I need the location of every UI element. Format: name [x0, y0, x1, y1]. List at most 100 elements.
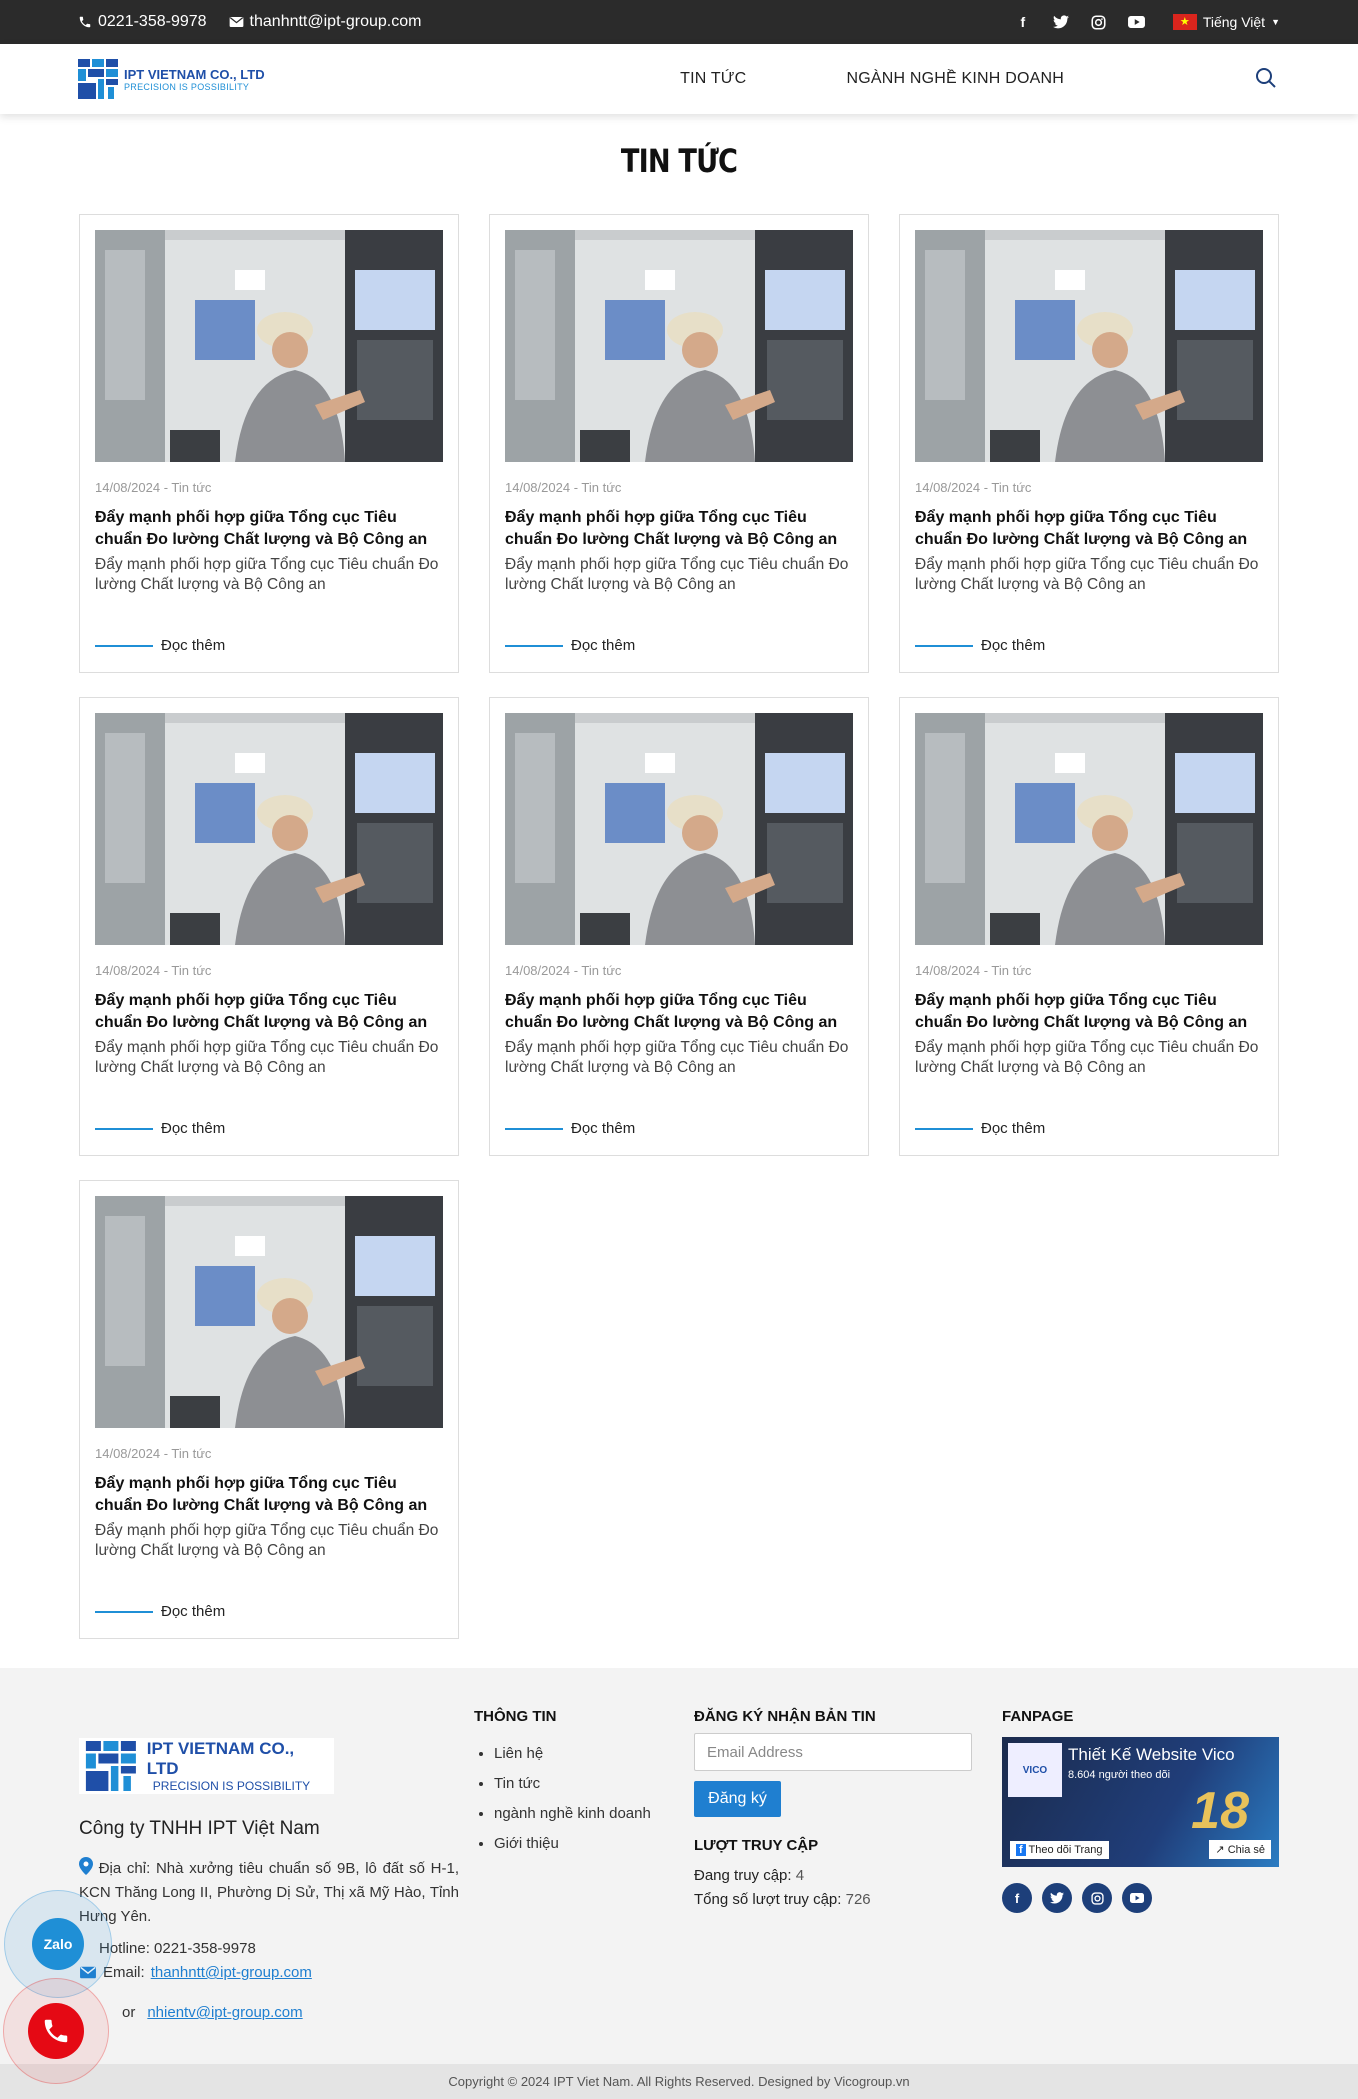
ipt-logo-icon: [85, 1741, 136, 1791]
fanpage-share-button[interactable]: ↗ Chia sẻ: [1209, 1840, 1271, 1859]
instagram-icon[interactable]: [1082, 1883, 1112, 1913]
fanpage-name[interactable]: Thiết Kế Website Vico: [1068, 1745, 1235, 1765]
company-address: Địa chỉ: Nhà xưởng tiêu chuẩn số 9B, lô …: [79, 1857, 459, 1929]
info-link-contact[interactable]: Liên hệ: [494, 1739, 651, 1769]
call-button[interactable]: [3, 1978, 109, 2084]
news-thumbnail[interactable]: [915, 713, 1263, 945]
twitter-icon[interactable]: [1051, 12, 1071, 32]
news-title[interactable]: Đẩy mạnh phối hợp giữa Tổng cục Tiêu chu…: [505, 507, 853, 551]
read-more-link[interactable]: Đọc thêm: [505, 1120, 635, 1137]
news-category[interactable]: Tin tức: [171, 480, 211, 495]
news-category[interactable]: Tin tức: [171, 963, 211, 978]
logo-tagline: PRECISION IS POSSIBILITY: [124, 81, 250, 92]
read-more-link[interactable]: Đọc thêm: [95, 637, 225, 654]
address-text: Địa chỉ: Nhà xưởng tiêu chuẩn số 9B, lô …: [79, 1860, 460, 1925]
news-category[interactable]: Tin tức: [991, 480, 1031, 495]
footer-email2-link[interactable]: nhientv@ipt-group.com: [147, 2004, 302, 2021]
news-title[interactable]: Đẩy mạnh phối hợp giữa Tổng cục Tiêu chu…: [95, 1473, 443, 1517]
share-icon: ↗: [1215, 1844, 1225, 1856]
news-title[interactable]: Đẩy mạnh phối hợp giữa Tổng cục Tiêu chu…: [95, 507, 443, 551]
read-more-label: Đọc thêm: [571, 1120, 636, 1137]
main-header: IPT VIETNAM CO., LTD PRECISION IS POSSIB…: [0, 44, 1358, 114]
news-title[interactable]: Đẩy mạnh phối hợp giữa Tổng cục Tiêu chu…: [915, 990, 1263, 1034]
news-card: 14/08/2024 - Tin tức Đẩy mạnh phối hợp g…: [79, 697, 459, 1156]
search-button[interactable]: [1254, 66, 1280, 92]
topbar-phone[interactable]: 0221-358-9978: [78, 13, 207, 31]
language-selector[interactable]: Tiếng Việt ▼: [1172, 14, 1280, 30]
read-more-link[interactable]: Đọc thêm: [95, 1603, 225, 1620]
read-more-link[interactable]: Đọc thêm: [915, 637, 1045, 654]
caret-down-icon: ▼: [1271, 17, 1280, 27]
read-more-line: [915, 644, 973, 647]
copyright: Copyright © 2024 IPT Viet Nam. All Right…: [0, 2064, 1358, 2099]
phone-icon: [28, 2003, 84, 2059]
read-more-line: [95, 644, 153, 647]
page-title: TIN TỨC: [620, 142, 738, 180]
top-bar: 0221-358-9978 thanhntt@ipt-group.com f T…: [0, 0, 1358, 44]
news-thumbnail[interactable]: [95, 713, 443, 945]
news-date: 14/08/2024: [95, 1446, 161, 1461]
read-more-label: Đọc thêm: [161, 1603, 226, 1620]
youtube-icon[interactable]: [1122, 1883, 1152, 1913]
instagram-icon[interactable]: [1089, 12, 1109, 32]
nav-news[interactable]: TIN TỨC: [680, 70, 746, 88]
news-thumbnail[interactable]: [95, 230, 443, 462]
read-more-label: Đọc thêm: [981, 1120, 1046, 1137]
news-category[interactable]: Tin tức: [991, 963, 1031, 978]
news-date: 14/08/2024: [915, 963, 981, 978]
news-date: 14/08/2024: [505, 963, 571, 978]
news-category[interactable]: Tin tức: [171, 1446, 211, 1461]
news-thumbnail[interactable]: [505, 230, 853, 462]
fanpage-share-label: Chia sẻ: [1227, 1844, 1265, 1856]
footer-logo[interactable]: IPT VIETNAM CO., LTD PRECISION IS POSSIB…: [79, 1738, 334, 1794]
visits-heading: LƯỢT TRUY CẬP: [694, 1837, 819, 1854]
read-more-link[interactable]: Đọc thêm: [95, 1120, 225, 1137]
news-thumbnail[interactable]: [505, 713, 853, 945]
email-label: Email:: [103, 1964, 145, 1981]
news-category[interactable]: Tin tức: [581, 480, 621, 495]
facebook-icon[interactable]: f: [1013, 12, 1033, 32]
footer-logo-name: IPT VIETNAM CO., LTD: [146, 1739, 295, 1778]
fanpage-widget[interactable]: VICO Thiết Kế Website Vico 8.604 người t…: [1002, 1737, 1279, 1867]
read-more-label: Đọc thêm: [981, 637, 1046, 654]
search-icon: [1256, 68, 1276, 88]
news-meta: 14/08/2024 - Tin tức: [95, 1446, 212, 1461]
main-nav: TIN TỨC NGÀNH NGHỀ KINH DOANH: [680, 70, 1064, 88]
nav-business[interactable]: NGÀNH NGHỀ KINH DOANH: [846, 70, 1064, 88]
online-value: 4: [795, 1867, 805, 1884]
info-link-about[interactable]: Giới thiệu: [494, 1829, 651, 1859]
twitter-icon[interactable]: [1042, 1883, 1072, 1913]
news-category[interactable]: Tin tức: [581, 963, 621, 978]
youtube-icon[interactable]: [1127, 12, 1147, 32]
total-count: Tổng số lượt truy cập: 726: [694, 1888, 972, 1912]
news-title[interactable]: Đẩy mạnh phối hợp giữa Tổng cục Tiêu chu…: [505, 990, 853, 1034]
info-link-business[interactable]: ngành nghề kinh doanh: [494, 1799, 651, 1829]
fanpage-badge: 18: [1191, 1782, 1249, 1840]
facebook-icon[interactable]: f: [1002, 1883, 1032, 1913]
news-meta: 14/08/2024 - Tin tức: [505, 963, 622, 978]
newsletter-email-input[interactable]: Email Address: [694, 1733, 972, 1771]
news-thumbnail[interactable]: [915, 230, 1263, 462]
fanpage-avatar: VICO: [1008, 1743, 1062, 1797]
subscribe-button[interactable]: Đăng ký: [694, 1781, 781, 1817]
read-more-link[interactable]: Đọc thêm: [915, 1120, 1045, 1137]
footer-email-link[interactable]: thanhntt@ipt-group.com: [151, 1964, 312, 1981]
news-title[interactable]: Đẩy mạnh phối hợp giữa Tổng cục Tiêu chu…: [95, 990, 443, 1034]
info-link-news[interactable]: Tin tức: [494, 1769, 651, 1799]
company-name: Công ty TNHH IPT Việt Nam: [79, 1818, 320, 1839]
read-more-label: Đọc thêm: [161, 637, 226, 654]
read-more-line: [505, 644, 563, 647]
news-thumbnail[interactable]: [95, 1196, 443, 1428]
topbar-email[interactable]: thanhntt@ipt-group.com: [229, 13, 421, 31]
news-grid: 14/08/2024 - Tin tức Đẩy mạnh phối hợp g…: [79, 214, 1279, 1639]
news-title[interactable]: Đẩy mạnh phối hợp giữa Tổng cục Tiêu chu…: [915, 507, 1263, 551]
total-label: Tổng số lượt truy cập:: [694, 1891, 842, 1908]
hotline-text: Hotline: 0221-358-9978: [99, 1940, 256, 1957]
site-logo[interactable]: IPT VIETNAM CO., LTD PRECISION IS POSSIB…: [78, 59, 265, 99]
fanpage-follow-label: Theo dõi Trang: [1028, 1844, 1103, 1856]
read-more-link[interactable]: Đọc thêm: [505, 637, 635, 654]
fanpage-follow-button[interactable]: f Theo dõi Trang: [1010, 1841, 1109, 1859]
news-card: 14/08/2024 - Tin tức Đẩy mạnh phối hợp g…: [899, 697, 1279, 1156]
or-label: or: [122, 2004, 136, 2021]
read-more-label: Đọc thêm: [571, 637, 636, 654]
